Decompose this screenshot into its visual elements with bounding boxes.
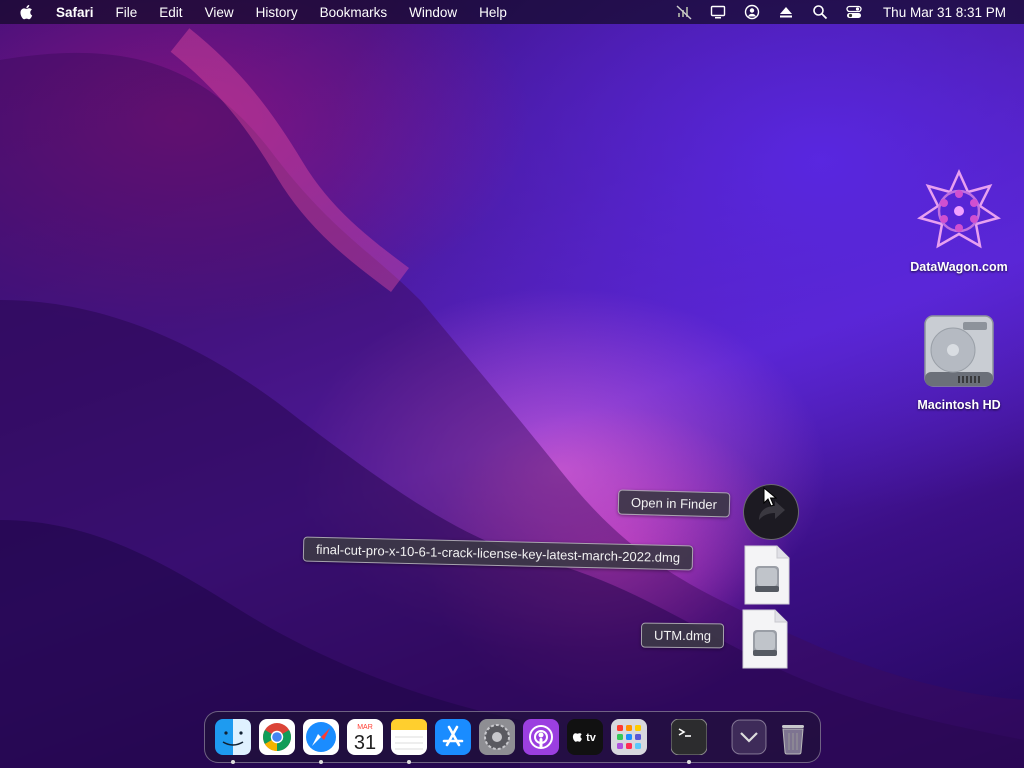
menu-file[interactable]: File	[105, 0, 149, 24]
safari-icon	[303, 719, 339, 755]
desktop-icon-macintosh-hd[interactable]: Macintosh HD	[899, 312, 1019, 412]
apple-tv-text: tv	[586, 732, 597, 744]
dock-notes[interactable]	[391, 719, 427, 764]
desktop-icon-label: Macintosh HD	[917, 398, 1001, 412]
dock-calendar[interactable]: MAR 31	[347, 719, 383, 755]
calendar-day: 31	[354, 732, 376, 754]
dock: MAR 31 tv	[204, 711, 821, 764]
menu-view[interactable]: View	[194, 0, 245, 24]
podcasts-icon	[523, 719, 559, 755]
menu-bookmarks[interactable]: Bookmarks	[309, 0, 399, 24]
datawagon-logo-icon	[917, 168, 1001, 249]
downloads-stack-icon	[731, 719, 767, 755]
menu-app-name[interactable]: Safari	[50, 0, 105, 24]
app-store-icon	[435, 719, 471, 755]
desktop-icon-datawagon[interactable]: DataWagon.com	[899, 168, 1019, 274]
desktop-wallpaper	[0, 0, 1024, 768]
dmg-file-icon[interactable]	[741, 608, 789, 670]
running-indicator	[407, 760, 411, 764]
airplay-display-icon[interactable]	[709, 4, 727, 20]
user-account-icon[interactable]	[743, 4, 761, 20]
apple-menu-icon[interactable]	[18, 3, 36, 21]
running-indicator	[231, 760, 235, 764]
calendar-month: MAR	[357, 724, 373, 731]
drag-file-label: UTM.dmg	[640, 622, 725, 649]
dock-chrome[interactable]	[259, 719, 295, 755]
mute-icon[interactable]	[675, 4, 693, 20]
menu-history[interactable]: History	[245, 0, 309, 24]
mouse-cursor-icon	[763, 487, 777, 507]
trash-icon	[782, 725, 804, 755]
menu-help[interactable]: Help	[468, 0, 518, 24]
dock-app-store[interactable]	[435, 719, 471, 755]
system-preferences-icon	[479, 719, 515, 755]
menu-bar: Safari File Edit View History Bookmarks …	[0, 0, 1024, 24]
launchpad-icon	[611, 719, 647, 755]
dock-podcasts[interactable]	[523, 719, 559, 755]
apple-tv-icon: tv	[567, 719, 603, 755]
dmg-file-icon[interactable]	[743, 544, 791, 606]
menu-window[interactable]: Window	[398, 0, 468, 24]
dock-finder[interactable]	[215, 719, 251, 764]
spotlight-search-icon[interactable]	[811, 4, 829, 20]
running-indicator	[687, 760, 691, 764]
dock-trash[interactable]	[775, 719, 811, 755]
dock-safari[interactable]	[303, 719, 339, 764]
finder-icon	[215, 719, 251, 755]
hard-drive-icon	[924, 315, 994, 387]
calendar-icon: MAR 31	[347, 719, 383, 755]
menu-edit[interactable]: Edit	[148, 0, 193, 24]
eject-icon[interactable]	[777, 4, 795, 20]
chrome-icon	[259, 719, 295, 755]
desktop-icon-label: DataWagon.com	[910, 260, 1008, 274]
running-indicator	[319, 760, 323, 764]
dock-launchpad[interactable]	[611, 719, 647, 755]
dock-downloads-stack[interactable]	[731, 719, 767, 755]
notes-icon	[391, 719, 427, 755]
dock-apple-tv[interactable]: tv	[567, 719, 603, 755]
dock-terminal[interactable]	[671, 719, 707, 764]
control-center-icon[interactable]	[845, 4, 863, 20]
dock-system-preferences[interactable]	[479, 719, 515, 755]
menu-clock[interactable]: Thu Mar 31 8:31 PM	[883, 5, 1006, 20]
open-in-finder-label: Open in Finder	[617, 489, 731, 518]
terminal-icon	[671, 719, 707, 755]
